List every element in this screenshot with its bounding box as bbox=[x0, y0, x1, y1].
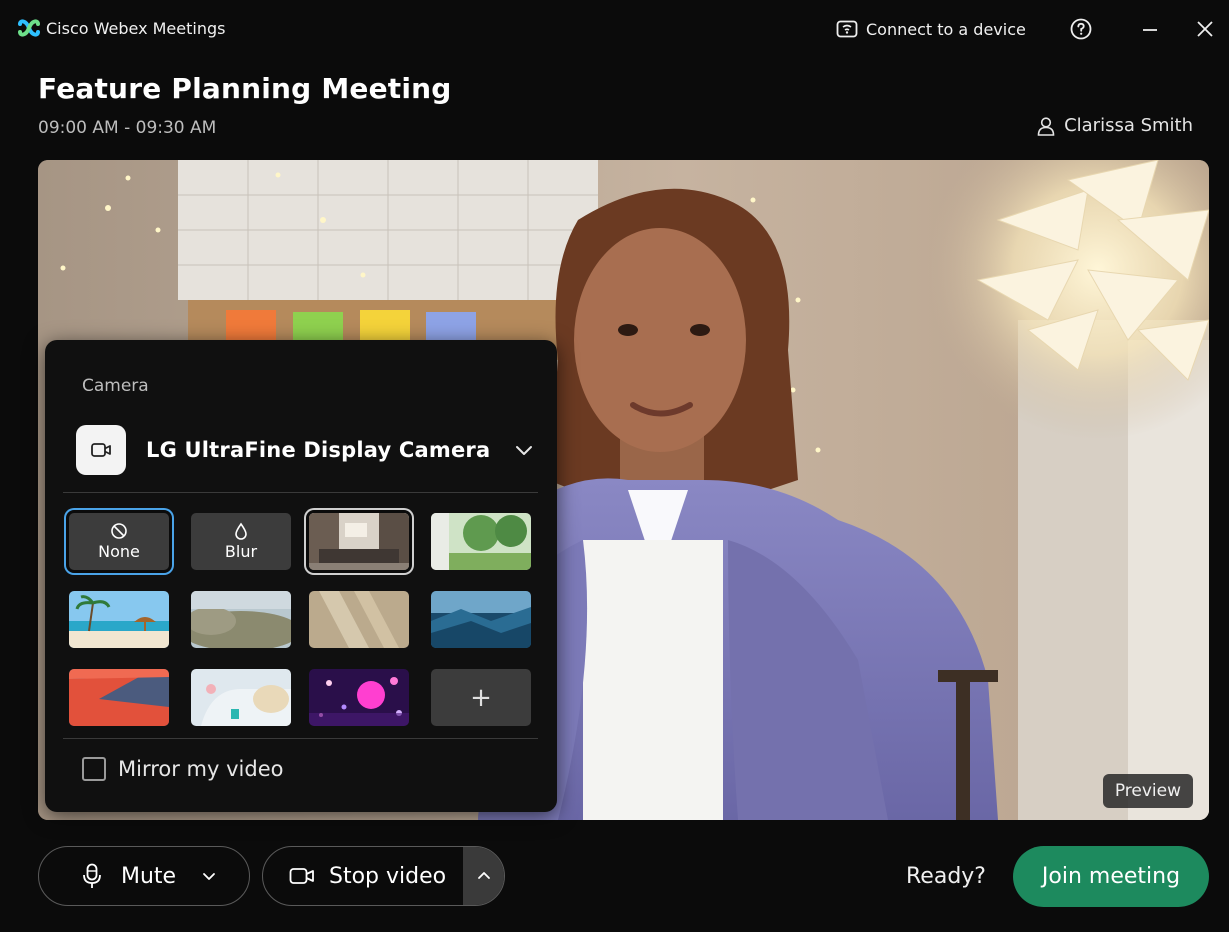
background-red-abstract[interactable] bbox=[69, 669, 169, 726]
background-forest[interactable] bbox=[431, 513, 531, 570]
join-meeting-button[interactable]: Join meeting bbox=[1013, 846, 1209, 907]
meeting-title: Feature Planning Meeting bbox=[38, 72, 452, 105]
background-none-option[interactable]: None bbox=[69, 513, 169, 570]
background-blue-mountains[interactable] bbox=[431, 591, 531, 648]
stop-video-label: Stop video bbox=[329, 863, 447, 889]
none-label: None bbox=[98, 542, 140, 561]
background-blurry-landscape[interactable] bbox=[191, 591, 291, 648]
background-blur-option[interactable]: Blur bbox=[191, 513, 291, 570]
video-camera-icon bbox=[289, 868, 314, 884]
camera-heading: Camera bbox=[82, 376, 149, 396]
host-info: Clarissa Smith bbox=[1036, 115, 1193, 136]
background-sunlit-wall[interactable] bbox=[309, 591, 409, 648]
video-camera-icon bbox=[91, 443, 111, 457]
camera-select-dropdown[interactable]: LG UltraFine Display Camera bbox=[76, 424, 536, 476]
microphone-icon bbox=[83, 863, 101, 888]
background-white-room[interactable] bbox=[191, 669, 291, 726]
selected-camera-name: LG UltraFine Display Camera bbox=[146, 438, 491, 462]
chevron-up-icon bbox=[477, 872, 490, 879]
ready-label: Ready? bbox=[906, 864, 986, 889]
mute-label: Mute bbox=[121, 863, 177, 889]
chevron-down-icon[interactable] bbox=[200, 867, 218, 885]
mirror-video-checkbox[interactable] bbox=[82, 757, 106, 781]
no-background-icon bbox=[111, 523, 127, 539]
camera-icon-box bbox=[76, 425, 126, 475]
help-icon[interactable] bbox=[1069, 17, 1093, 41]
app-title: Cisco Webex Meetings bbox=[46, 19, 226, 38]
mirror-video-label: Mirror my video bbox=[118, 757, 284, 781]
close-icon[interactable] bbox=[1193, 17, 1217, 41]
stop-video-button[interactable]: Stop video bbox=[263, 847, 463, 905]
person-icon bbox=[1037, 116, 1055, 136]
title-bar: Cisco Webex Meetings Connect to a device bbox=[0, 0, 1229, 58]
background-beach[interactable] bbox=[69, 591, 169, 648]
cast-device-icon bbox=[836, 20, 858, 38]
blur-drop-icon bbox=[235, 522, 247, 540]
divider bbox=[63, 738, 538, 739]
camera-settings-panel: Camera LG UltraFine Display Camera None … bbox=[45, 340, 557, 812]
video-options-caret[interactable] bbox=[463, 847, 504, 905]
background-purple-bokeh[interactable] bbox=[309, 669, 409, 726]
plus-icon: + bbox=[470, 682, 492, 713]
mute-button[interactable]: Mute bbox=[38, 846, 250, 906]
webex-preview-window: Cisco Webex Meetings Connect to a device… bbox=[0, 0, 1229, 932]
host-name: Clarissa Smith bbox=[1064, 115, 1193, 136]
background-living-room[interactable] bbox=[309, 513, 409, 570]
preview-badge: Preview bbox=[1102, 774, 1193, 808]
stop-video-button-group: Stop video bbox=[262, 846, 505, 906]
add-background-button[interactable]: + bbox=[431, 669, 531, 726]
connect-label: Connect to a device bbox=[866, 19, 1026, 39]
webex-logo-icon bbox=[18, 19, 40, 37]
meeting-time: 09:00 AM - 09:30 AM bbox=[38, 118, 217, 138]
divider bbox=[63, 492, 538, 493]
blur-label: Blur bbox=[224, 542, 258, 561]
minimize-icon[interactable] bbox=[1138, 17, 1162, 41]
connect-to-device-button[interactable]: Connect to a device bbox=[836, 16, 1026, 42]
chevron-down-icon bbox=[516, 446, 532, 455]
mirror-video-option[interactable]: Mirror my video bbox=[82, 757, 283, 781]
